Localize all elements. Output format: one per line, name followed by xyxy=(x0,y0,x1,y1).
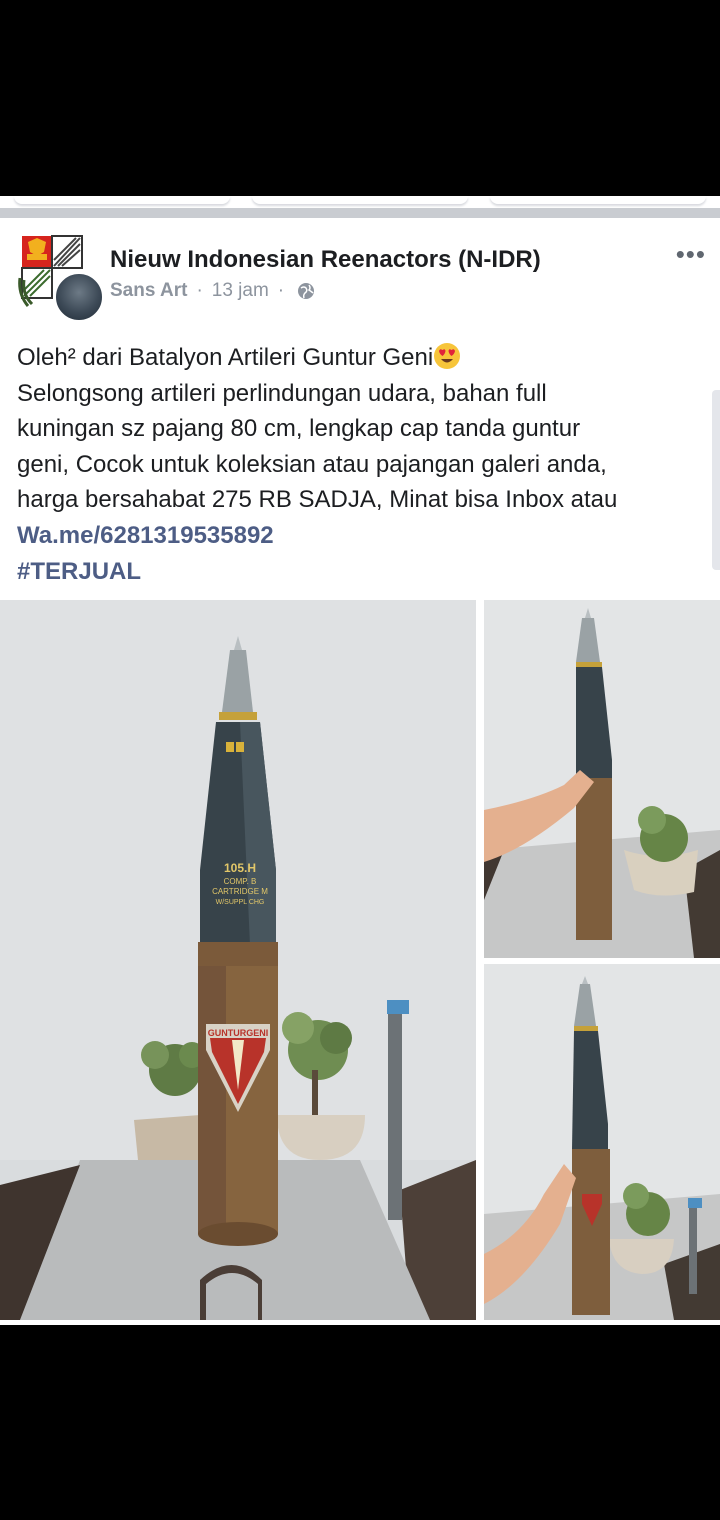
post-text-line: harga bersahabat 275 RB SADJA, Minat bis… xyxy=(17,486,618,514)
previous-reaction-card[interactable] xyxy=(14,196,230,204)
post-text: Oleh² dari Batalyon Artileri Guntur Geni… xyxy=(17,340,707,589)
group-post: Nieuw Indonesian Reenactors (N-IDR) Sans… xyxy=(0,218,720,1325)
author-name[interactable]: Sans Art xyxy=(110,280,187,302)
post-photo-bottom-right[interactable] xyxy=(484,964,720,1320)
heart-eyes-emoji-icon xyxy=(433,342,461,370)
user-avatar[interactable] xyxy=(54,272,104,322)
more-options-icon[interactable]: ••• xyxy=(676,241,706,267)
post-time[interactable]: 13 jam xyxy=(212,280,269,302)
meta-separator: · xyxy=(277,280,285,301)
hashtag-link[interactable]: #TERJUAL xyxy=(17,554,707,590)
post-text-line: geni, Cocok untuk koleksian atau pajanga… xyxy=(17,450,607,478)
post-text-line: kuningan sz pajang 80 cm, lengkap cap ta… xyxy=(17,415,581,443)
post-text-segment: Oleh² dari Batalyon Artileri Guntur Geni xyxy=(17,344,434,371)
scroll-indicator[interactable] xyxy=(712,390,720,570)
post-meta: Sans Art · 13 jam · xyxy=(110,280,315,302)
shell-marking: 105.H xyxy=(224,861,256,875)
post-text-line: Selongsong artileri perlindungan udara, … xyxy=(17,379,547,407)
whatsapp-link[interactable]: Wa.me/6281319535892 xyxy=(17,518,707,554)
meta-separator: · xyxy=(196,280,203,301)
previous-reaction-card[interactable] xyxy=(490,196,706,204)
post-photo-top-right[interactable] xyxy=(484,600,720,958)
top-black-area xyxy=(0,0,720,196)
post-photo-main[interactable]: GUNTURGENI 105.H COMP. B CARTRIDGE M W/S… xyxy=(0,600,476,1320)
shell-marking: CARTRIDGE M xyxy=(212,887,268,896)
badge-text: GUNTURGENI xyxy=(208,1028,269,1038)
bottom-black-area xyxy=(0,1325,720,1520)
previous-reaction-card[interactable] xyxy=(252,196,468,204)
feed-separator xyxy=(0,208,720,218)
post-text-line: Oleh² dari Batalyon Artileri Guntur Geni xyxy=(17,340,707,376)
shell-marking: W/SUPPL CHG xyxy=(216,899,265,906)
group-name[interactable]: Nieuw Indonesian Reenactors (N-IDR) xyxy=(110,246,541,274)
shell-marking: COMP. B xyxy=(224,877,257,886)
globe-icon xyxy=(297,282,315,300)
